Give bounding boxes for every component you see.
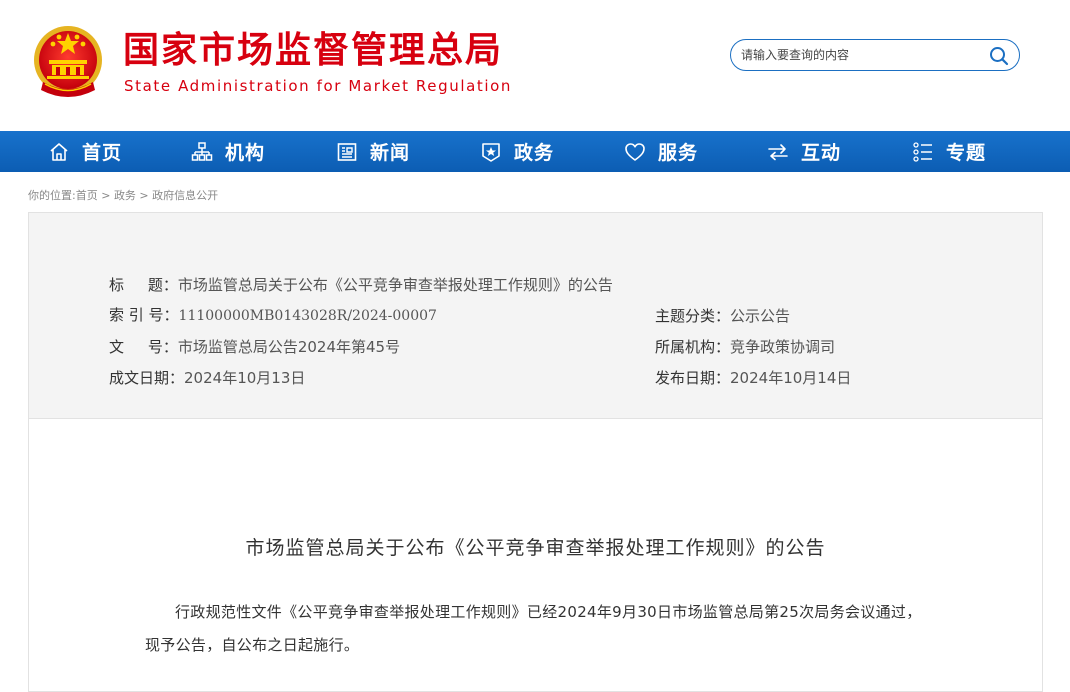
info-label-written-date: 成文日期： [109,369,185,387]
government-affairs-icon [482,142,500,162]
info-value-organization: 竞争政策协调司 [730,338,836,356]
nav-label: 服务 [658,142,699,164]
info-row-title: 标 题：市场监管总局关于公布《公平竞争审查举报处理工作规则》的公告 [109,275,613,295]
breadcrumb: 你的位置:首页 > 政务 > 政府信息公开 [28,187,218,203]
article-body: 行政规范性文件《公平竞争审查举报处理工作规则》已经2024年9月30日市场监管总… [145,603,922,654]
nav-item-news[interactable]: 新闻 [336,131,410,172]
main-nav: 首页 机构 新闻 政务 服务 互动 专题 [0,131,1070,172]
info-label-title: 标 题： [109,276,178,294]
nav-label: 专题 [946,142,987,164]
info-label-organization: 所属机构： [655,338,731,356]
info-row-topic: 主题分类：公示公告 [655,306,790,326]
site-title[interactable]: 国家市场监督管理总局 [123,31,503,71]
info-label-index: 索 引 号： [109,306,179,324]
search-input[interactable] [741,45,981,65]
search-icon[interactable] [989,46,1009,66]
breadcrumb-separator: > [135,189,153,202]
info-row-document-number: 文 号：市场监管总局公告2024年第45号 [109,337,400,357]
home-icon [50,142,68,161]
nav-label: 机构 [225,142,266,164]
article-title: 市场监管总局关于公布《公平竞争审查举报处理工作规则》的公告 [245,537,826,559]
site-subtitle: State Administration for Market Regulati… [124,77,513,95]
topic-list-icon [913,141,932,162]
info-row-publish-date: 发布日期：2024年10月14日 [655,368,851,388]
nav-item-services[interactable]: 服务 [624,131,698,172]
content-frame: 标 题：市场监管总局关于公布《公平竞争审查举报处理工作规则》的公告 索 引 号：… [28,212,1043,692]
breadcrumb-separator: > [97,189,114,202]
nav-label: 互动 [801,142,842,164]
info-value-publish-date: 2024年10月14日 [730,369,852,387]
nav-item-topics[interactable]: 专题 [912,131,986,172]
info-row-index: 索 引 号：11100000MB0143028R/2024-00007 [109,305,437,326]
exchange-arrows-icon [768,143,788,160]
search-box [730,39,1020,71]
breadcrumb-link-home[interactable]: 首页 [76,189,98,202]
info-row-organization: 所属机构：竞争政策协调司 [655,337,835,357]
info-value-topic: 公示公告 [730,307,791,325]
breadcrumb-link-government-affairs[interactable]: 政务 [114,189,136,202]
nav-label: 首页 [82,142,123,164]
national-emblem-icon[interactable] [33,24,103,102]
info-value-index: 11100000MB0143028R/2024-00007 [178,308,437,324]
org-chart-icon [191,141,213,161]
info-label-document-number: 文 号： [109,338,178,356]
info-label-publish-date: 发布日期： [655,369,731,387]
info-label-topic: 主题分类： [655,307,731,325]
nav-item-home[interactable]: 首页 [48,131,122,172]
news-icon [337,142,357,161]
nav-label: 政务 [514,142,555,164]
nav-item-organization[interactable]: 机构 [191,131,265,172]
nav-item-interaction[interactable]: 互动 [767,131,841,172]
info-value-document-number: 市场监管总局公告2024年第45号 [177,338,401,356]
breadcrumb-prefix: 你的位置: [28,189,76,202]
info-value-title: 市场监管总局关于公布《公平竞争审查举报处理工作规则》的公告 [177,276,613,294]
breadcrumb-link-info-disclosure[interactable]: 政府信息公开 [152,189,218,202]
nav-item-government-affairs[interactable]: 政务 [480,131,554,172]
info-row-written-date: 成文日期：2024年10月13日 [109,368,305,388]
heart-icon [625,142,645,161]
site-header: 国家市场监督管理总局 State Administration for Mark… [0,0,1070,131]
info-value-written-date: 2024年10月13日 [184,369,306,387]
nav-label: 新闻 [370,142,411,164]
document-info-panel: 标 题：市场监管总局关于公布《公平竞争审查举报处理工作规则》的公告 索 引 号：… [29,213,1042,419]
